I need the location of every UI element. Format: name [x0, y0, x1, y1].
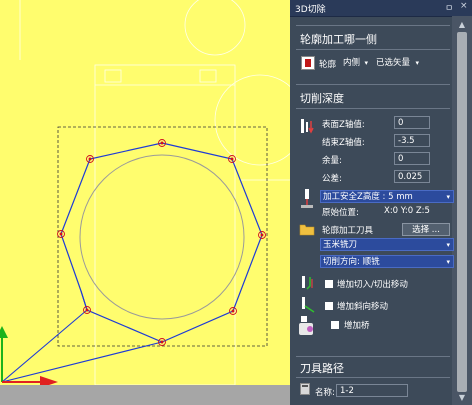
toolpath-polygon: [60, 142, 263, 343]
direction-select[interactable]: 切削方向: 顺铣 ▾: [320, 255, 454, 268]
divider: [296, 25, 450, 26]
ramp-icon: [302, 297, 315, 313]
tolerance-label: 公差:: [322, 174, 342, 184]
axis-gizmo: [0, 326, 58, 388]
scroll-down-icon[interactable]: ▼: [452, 393, 472, 403]
leadin-icon: [302, 276, 313, 290]
chevron-down-icon: ▾: [446, 241, 450, 249]
canvas-status-bar: [0, 385, 290, 405]
surface-z-label: 表面Z轴值:: [322, 120, 365, 130]
tool-label: 轮廓加工刀具: [322, 226, 374, 236]
close-icon[interactable]: ×: [460, 1, 468, 11]
ramp-checkbox[interactable]: [325, 302, 333, 310]
surface-z-input[interactable]: 0: [394, 116, 430, 129]
vertex-markers: [57, 139, 266, 346]
origin-label: 原始位置:: [322, 208, 359, 218]
scroll-up-icon[interactable]: ▲: [452, 20, 472, 30]
vector-select-value: 已选矢量: [376, 58, 411, 68]
end-z-input[interactable]: -3.5: [394, 134, 430, 147]
divider: [296, 49, 450, 50]
pin-icon[interactable]: ㅁ: [445, 1, 453, 14]
bridge-icon: [299, 316, 313, 335]
panel-titlebar: 3D切除 ㅁ ×: [290, 0, 472, 17]
profile-circle: [79, 154, 245, 320]
safe-z-value: 加工安全Z高度 : 5 mm: [323, 192, 413, 202]
vector-select[interactable]: 已选矢量 ▾: [374, 57, 422, 70]
safe-z-select[interactable]: 加工安全Z高度 : 5 mm ▾: [320, 190, 454, 203]
divider: [296, 84, 450, 85]
direction-select-value: 切削方向: 顺铣: [323, 257, 380, 267]
name-label: 名称:: [315, 388, 335, 398]
viewport-canvas[interactable]: [0, 0, 290, 405]
bridge-checkbox[interactable]: [331, 321, 339, 329]
panel-scrollbar[interactable]: ▲ ▼: [452, 16, 472, 405]
folder-icon: [299, 224, 315, 236]
allowance-label: 余量:: [322, 156, 342, 166]
divider: [296, 377, 450, 378]
profile-icon: [301, 56, 315, 70]
toolpath-name-input[interactable]: 1-2: [336, 384, 408, 397]
calculator-icon: [300, 383, 310, 395]
allowance-input[interactable]: 0: [394, 152, 430, 165]
divider: [296, 356, 450, 357]
tool-select[interactable]: 玉米铣刀 ▾: [320, 238, 454, 251]
chevron-down-icon: ▾: [446, 193, 450, 201]
profile-label: 轮廓: [319, 60, 337, 70]
toolpath-drawing: [0, 0, 290, 388]
scroll-thumb[interactable]: [457, 32, 467, 392]
tool-select-value: 玉米铣刀: [323, 240, 358, 250]
tolerance-input[interactable]: 0.025: [394, 170, 430, 183]
bridge-label: 增加桥: [344, 321, 370, 331]
origin-value: X:0 Y:0 Z:5: [384, 206, 430, 216]
divider: [296, 108, 450, 109]
panel-title: 3D切除: [295, 5, 326, 15]
ramp-label: 增加斜向移动: [337, 302, 389, 312]
chevron-down-icon: ▾: [364, 59, 368, 67]
profile-side-heading: 轮廓加工哪一侧: [300, 33, 377, 46]
select-tool-button[interactable]: 选择 ...: [402, 223, 450, 236]
chevron-down-icon: ▾: [415, 59, 419, 67]
cut-depth-heading: 切削深度: [300, 92, 344, 105]
leadin-label: 增加切入/切出移动: [337, 280, 408, 290]
end-z-label: 结束Z轴值:: [322, 138, 365, 148]
depth-icon: [301, 119, 314, 134]
side-select-value: 内侧: [343, 58, 361, 68]
safe-z-icon: [301, 189, 313, 208]
leadin-line-a: [1, 290, 88, 383]
leadin-checkbox[interactable]: [325, 280, 333, 288]
side-select[interactable]: 内侧 ▾: [341, 57, 371, 70]
toolpath-heading: 刀具路径: [300, 362, 344, 375]
chevron-down-icon: ▾: [446, 258, 450, 266]
